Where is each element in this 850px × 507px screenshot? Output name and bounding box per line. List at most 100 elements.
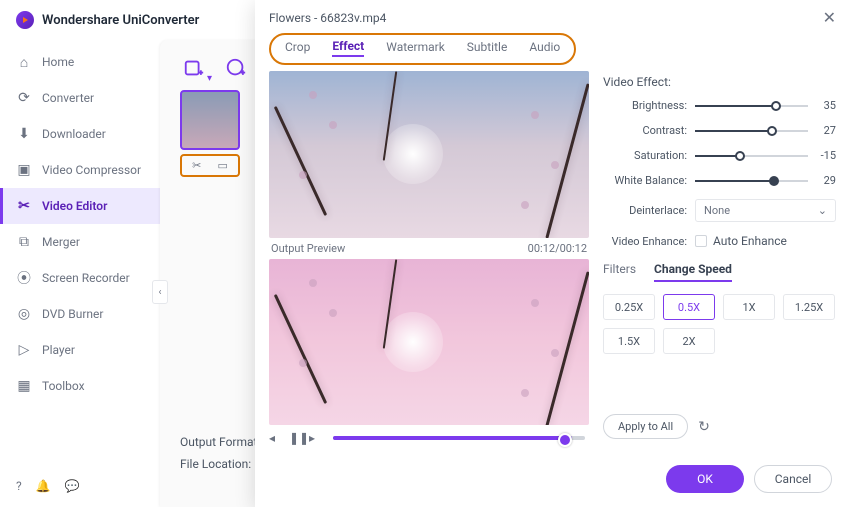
- help-icon[interactable]: ?: [16, 479, 22, 493]
- sidebar-item-home[interactable]: ⌂ Home: [0, 44, 160, 80]
- close-icon[interactable]: ✕: [823, 8, 836, 27]
- effect-sub-tabs: Filters Change Speed: [603, 262, 836, 282]
- chevron-down-icon: ⌄: [818, 204, 827, 217]
- tab-crop[interactable]: Crop: [285, 40, 310, 56]
- sidebar-item-label: Video Compressor: [42, 163, 141, 177]
- preview-label-row: Output Preview 00:12/00:12: [269, 238, 589, 259]
- speed-2x[interactable]: 2X: [663, 328, 715, 354]
- effect-editor-modal: Flowers - 66823v.mp4 ✕ Crop Effect Water…: [255, 0, 850, 507]
- next-frame-icon[interactable]: ▸: [309, 431, 323, 445]
- bell-icon[interactable]: 🔔: [36, 479, 51, 493]
- tab-subtitle[interactable]: Subtitle: [467, 40, 508, 56]
- saturation-slider[interactable]: [695, 155, 808, 157]
- tab-watermark[interactable]: Watermark: [386, 40, 445, 56]
- chat-icon[interactable]: 💬: [65, 479, 80, 493]
- downloader-icon: ⬇: [16, 126, 32, 142]
- home-icon: ⌂: [16, 54, 32, 70]
- compressor-icon: ▣: [16, 162, 32, 178]
- sidebar-item-label: Converter: [42, 91, 94, 105]
- apply-row: Apply to All ↻: [603, 414, 836, 439]
- preview-original: [269, 71, 589, 238]
- saturation-row: Saturation: -15: [603, 149, 836, 162]
- speed-125x[interactable]: 1.25X: [783, 294, 835, 320]
- sidebar: ⌂ Home ⟳ Converter ⬇ Downloader ▣ Video Comp…: [0, 40, 160, 507]
- modal-header: Flowers - 66823v.mp4 ✕: [255, 0, 850, 33]
- white-balance-slider[interactable]: [695, 180, 808, 182]
- auto-enhance-checkbox[interactable]: [695, 235, 707, 247]
- ok-button[interactable]: OK: [666, 465, 744, 493]
- time-display: 00:12/00:12: [528, 242, 587, 255]
- modal-tabs: Crop Effect Watermark Subtitle Audio: [269, 33, 576, 65]
- app-logo-icon: [16, 11, 34, 29]
- brightness-value: 35: [808, 99, 836, 112]
- modal-filename: Flowers - 66823v.mp4: [269, 11, 386, 25]
- preview-column: Output Preview 00:12/00:12 ◂ ❚❚ ▸: [269, 71, 589, 445]
- sidebar-item-label: Player: [42, 343, 75, 357]
- sidebar-footer: ? 🔔 💬: [0, 465, 160, 507]
- cancel-button[interactable]: Cancel: [754, 465, 832, 493]
- editor-icon: ✂: [16, 198, 32, 214]
- apply-to-all-button[interactable]: Apply to All: [603, 414, 688, 439]
- add-file-button[interactable]: ▾: [180, 54, 208, 82]
- video-thumbnail[interactable]: [180, 90, 240, 150]
- player-icon: ▷: [16, 342, 32, 358]
- tab-effect[interactable]: Effect: [332, 39, 364, 57]
- speed-025x[interactable]: 0.25X: [603, 294, 655, 320]
- sidebar-item-dvd-burner[interactable]: ◎DVD Burner: [0, 296, 160, 332]
- sub-tab-filters[interactable]: Filters: [603, 262, 636, 282]
- brightness-label: Brightness:: [603, 99, 695, 112]
- white-balance-value: 29: [808, 174, 836, 187]
- crop-icon[interactable]: ▭: [218, 159, 228, 172]
- white-balance-row: White Balance: 29: [603, 174, 836, 187]
- app-title: Wondershare UniConverter: [42, 13, 199, 28]
- deinterlace-select[interactable]: None ⌄: [695, 199, 836, 222]
- sidebar-item-label: Home: [42, 55, 74, 69]
- speed-1x[interactable]: 1X: [723, 294, 775, 320]
- deinterlace-row: Deinterlace: None ⌄: [603, 199, 836, 222]
- auto-enhance-label: Auto Enhance: [713, 234, 787, 248]
- contrast-label: Contrast:: [603, 124, 695, 137]
- merger-icon: ⧉: [16, 234, 32, 250]
- speed-05x[interactable]: 0.5X: [663, 294, 715, 320]
- sidebar-item-label: Merger: [42, 235, 80, 249]
- reset-icon[interactable]: ↻: [698, 419, 710, 435]
- white-balance-label: White Balance:: [603, 174, 695, 187]
- contrast-value: 27: [808, 124, 836, 137]
- video-effect-heading: Video Effect:: [603, 75, 836, 89]
- contrast-slider[interactable]: [695, 130, 808, 132]
- cut-icon[interactable]: ✂: [192, 159, 201, 172]
- sidebar-item-label: Video Editor: [42, 199, 107, 213]
- effects-panel: Video Effect: Brightness: 35 Contrast: 2…: [603, 71, 836, 445]
- speed-15x[interactable]: 1.5X: [603, 328, 655, 354]
- progress-bar[interactable]: [333, 436, 585, 440]
- prev-frame-icon[interactable]: ◂: [269, 431, 283, 445]
- output-preview-label: Output Preview: [271, 242, 345, 255]
- toolbox-icon: ▦: [16, 378, 32, 394]
- preview-output: [269, 259, 589, 426]
- deinterlace-value: None: [704, 204, 730, 217]
- sidebar-item-merger[interactable]: ⧉ Merger: [0, 224, 160, 260]
- sidebar-item-video-editor[interactable]: ✂ Video Editor: [0, 188, 160, 224]
- video-enhance-label: Video Enhance:: [603, 235, 695, 248]
- add-clip-button[interactable]: [222, 54, 250, 82]
- brightness-row: Brightness: 35: [603, 99, 836, 112]
- sub-tab-change-speed[interactable]: Change Speed: [654, 262, 732, 282]
- sidebar-item-compressor[interactable]: ▣ Video Compressor: [0, 152, 160, 188]
- dvd-icon: ◎: [16, 306, 32, 322]
- sidebar-item-converter[interactable]: ⟳ Converter: [0, 80, 160, 116]
- saturation-value: -15: [808, 149, 836, 162]
- sidebar-item-label: Downloader: [42, 127, 106, 141]
- deinterlace-label: Deinterlace:: [603, 204, 695, 217]
- modal-footer: OK Cancel: [255, 455, 850, 507]
- collapse-sidebar-icon[interactable]: ‹: [152, 280, 168, 304]
- tab-audio[interactable]: Audio: [529, 40, 560, 56]
- speed-options: 0.25X 0.5X 1X 1.25X 1.5X 2X: [603, 294, 836, 354]
- sidebar-item-toolbox[interactable]: ▦ Toolbox: [0, 368, 160, 404]
- sidebar-item-downloader[interactable]: ⬇ Downloader: [0, 116, 160, 152]
- sidebar-item-player[interactable]: ▷ Player: [0, 332, 160, 368]
- sidebar-item-screen-recorder[interactable]: ⦿Screen Recorder: [0, 260, 160, 296]
- converter-icon: ⟳: [16, 90, 32, 106]
- brightness-slider[interactable]: [695, 105, 808, 107]
- pause-icon[interactable]: ❚❚: [289, 431, 303, 445]
- sidebar-item-label: Toolbox: [42, 379, 85, 393]
